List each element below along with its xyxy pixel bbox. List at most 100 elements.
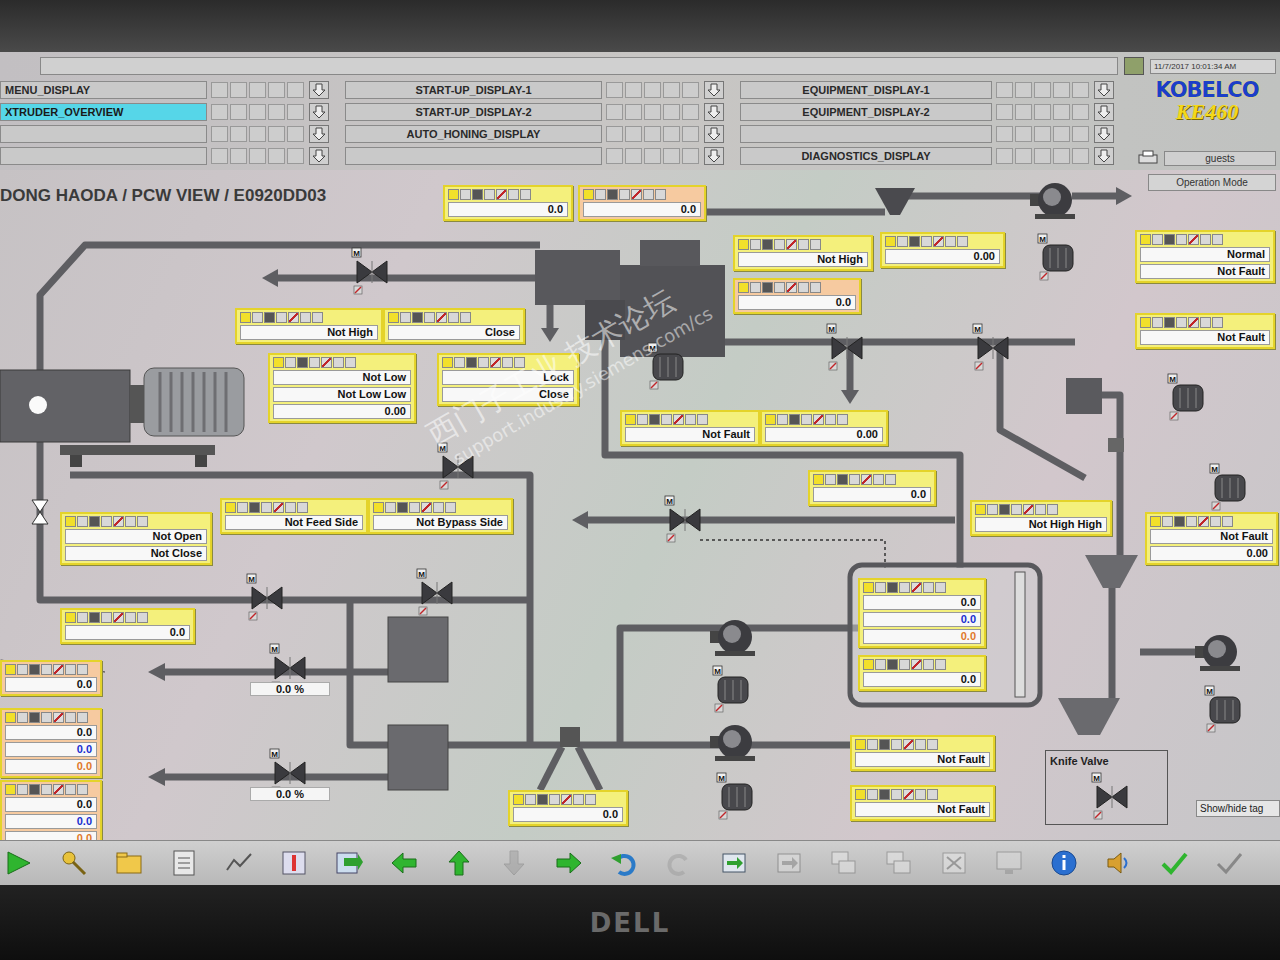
dropdown-arrow-icon[interactable] — [1093, 125, 1115, 143]
pump-icon[interactable] — [710, 620, 755, 656]
play-icon[interactable] — [4, 848, 34, 878]
faceplate[interactable]: 0.00.00.0 — [0, 708, 102, 778]
dropdown-arrow-icon[interactable] — [308, 147, 330, 165]
check-icon[interactable] — [1159, 848, 1189, 878]
folder-icon[interactable] — [114, 848, 144, 878]
motor-icon[interactable] — [653, 354, 683, 380]
menu-button[interactable]: XTRUDER_OVERVIEW — [0, 103, 207, 121]
faceplate[interactable]: Not Fault — [620, 410, 760, 446]
motor-valve[interactable]: M — [665, 496, 700, 542]
faceplate[interactable]: 0.0 — [0, 660, 102, 696]
menu-button[interactable]: AUTO_HONING_DISPLAY — [345, 125, 602, 143]
info-icon[interactable] — [1049, 848, 1079, 878]
motor[interactable]: M — [1038, 234, 1073, 280]
pump-icon[interactable] — [1030, 183, 1075, 219]
menu-button[interactable] — [0, 125, 207, 143]
valve-icon[interactable] — [357, 261, 387, 283]
motor-valve[interactable]: M — [973, 324, 1008, 370]
export-icon[interactable] — [719, 848, 749, 878]
motor[interactable]: M — [717, 773, 752, 819]
faceplate[interactable]: Not OpenNot Close — [60, 512, 212, 565]
menu-button[interactable]: EQUIPMENT_DISPLAY-1 — [740, 81, 992, 99]
pump-icon[interactable] — [710, 725, 755, 761]
closewin-icon[interactable] — [939, 848, 969, 878]
motor[interactable]: M — [1205, 686, 1240, 732]
menu-button[interactable] — [740, 125, 992, 143]
windows-icon[interactable] — [829, 848, 859, 878]
faceplate[interactable]: Close — [383, 308, 525, 344]
dropdown-arrow-icon[interactable] — [1093, 81, 1115, 99]
motor-valve[interactable]: M — [438, 443, 473, 489]
list-icon[interactable] — [169, 848, 199, 878]
speaker-icon[interactable] — [1104, 848, 1134, 878]
motor-icon[interactable] — [1173, 385, 1203, 411]
up-icon[interactable] — [444, 848, 474, 878]
menu-button[interactable]: EQUIPMENT_DISPLAY-2 — [740, 103, 992, 121]
dropdown-arrow-icon[interactable] — [1093, 147, 1115, 165]
valve-icon[interactable] — [1097, 786, 1127, 808]
alarm-icon[interactable] — [1124, 57, 1144, 75]
dropdown-arrow-icon[interactable] — [703, 81, 725, 99]
exchange-icon[interactable] — [334, 848, 364, 878]
motor-icon[interactable] — [1215, 475, 1245, 501]
right-icon[interactable] — [554, 848, 584, 878]
thermo-icon[interactable] — [279, 848, 309, 878]
faceplate[interactable]: Not Feed Side — [220, 498, 368, 534]
valve-icon[interactable] — [832, 337, 862, 359]
motor-valve[interactable]: M — [352, 248, 387, 294]
valve-icon[interactable] — [275, 657, 305, 679]
motor[interactable]: M — [713, 666, 748, 712]
dropdown-arrow-icon[interactable] — [308, 125, 330, 143]
motor-valve[interactable]: M — [417, 569, 452, 615]
pump-icon[interactable] — [1195, 635, 1240, 671]
faceplate[interactable]: Not High — [733, 235, 873, 271]
motor[interactable]: M — [1168, 374, 1203, 420]
printer-icon[interactable] — [1138, 150, 1158, 166]
down-icon[interactable] — [499, 848, 529, 878]
faceplate[interactable]: Not LowNot Low Low0.00 — [268, 353, 416, 423]
dropdown-arrow-icon[interactable] — [308, 103, 330, 121]
faceplate[interactable]: 0.0 — [443, 185, 573, 221]
motor-icon[interactable] — [1210, 697, 1240, 723]
faceplate[interactable]: Not Fault — [850, 785, 995, 821]
dropdown-arrow-icon[interactable] — [703, 147, 725, 165]
faceplate[interactable]: Not High High — [970, 500, 1112, 536]
undo-icon[interactable] — [609, 848, 639, 878]
monitor-icon[interactable] — [994, 848, 1024, 878]
dropdown-arrow-icon[interactable] — [308, 81, 330, 99]
faceplate[interactable]: 0.00.00.0 — [858, 578, 986, 648]
dropdown-arrow-icon[interactable] — [1093, 103, 1115, 121]
faceplate[interactable]: 0.0 — [508, 790, 628, 826]
faceplate[interactable]: Not Fault — [1135, 313, 1275, 349]
faceplate[interactable]: 0.00.00.0 — [0, 780, 102, 840]
motor[interactable]: M — [1210, 464, 1245, 510]
faceplate[interactable]: 0.0 — [60, 608, 195, 644]
faceplate[interactable]: Not Bypass Side — [368, 498, 513, 534]
key-icon[interactable] — [59, 848, 89, 878]
motor-valve[interactable]: M — [1092, 773, 1127, 819]
motor-icon[interactable] — [722, 784, 752, 810]
faceplate[interactable]: 0.0 — [733, 278, 861, 314]
faceplate[interactable]: 0.00 — [760, 410, 888, 446]
trend-icon[interactable] — [224, 848, 254, 878]
motor-valve[interactable]: M — [247, 574, 282, 620]
left-icon[interactable] — [389, 848, 419, 878]
show-hide-tag-button[interactable]: Show/hide tag — [1196, 800, 1280, 817]
menu-button[interactable]: START-UP_DISPLAY-2 — [345, 103, 602, 121]
dropdown-arrow-icon[interactable] — [703, 125, 725, 143]
menu-button[interactable]: MENU_DISPLAY — [0, 81, 207, 99]
redo-icon[interactable] — [664, 848, 694, 878]
dropdown-arrow-icon[interactable] — [703, 103, 725, 121]
faceplate[interactable]: Not Fault0.00 — [1145, 512, 1278, 565]
motor[interactable]: M — [648, 343, 683, 389]
faceplate[interactable]: Not High — [235, 308, 383, 344]
windows2-icon[interactable] — [884, 848, 914, 878]
menu-button[interactable]: START-UP_DISPLAY-1 — [345, 81, 602, 99]
menu-button[interactable] — [0, 147, 207, 165]
menu-button[interactable] — [345, 147, 602, 165]
valve-icon[interactable] — [422, 582, 452, 604]
menu-button[interactable]: DIAGNOSTICS_DISPLAY — [740, 147, 992, 165]
motor-valve[interactable]: M — [827, 324, 862, 370]
faceplate[interactable]: 0.0 — [858, 655, 986, 691]
motor-icon[interactable] — [718, 677, 748, 703]
